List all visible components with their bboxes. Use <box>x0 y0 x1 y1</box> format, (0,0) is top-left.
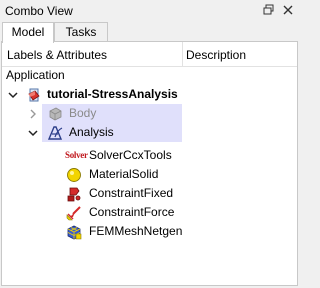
document-label: tutorial-StressAnalysis <box>47 87 178 101</box>
document-icon <box>28 88 40 102</box>
window-title: Combo View <box>5 4 73 18</box>
body-icon <box>49 107 62 121</box>
application-label: Application <box>6 68 65 82</box>
constraint-force-label: ConstraintForce <box>89 205 175 219</box>
header-divider[interactable] <box>182 42 183 67</box>
solver-icon: Solver <box>65 150 88 160</box>
tree-item-constraint-force[interactable]: ConstraintForce <box>64 203 224 222</box>
material-label: MaterialSolid <box>89 167 159 181</box>
title-bar: Combo View <box>0 0 300 22</box>
constraint-fixed-icon <box>67 187 81 202</box>
tree-item-body[interactable] <box>42 104 182 123</box>
tree-item-application[interactable]: Application <box>2 66 297 85</box>
tree-item-fem-mesh[interactable]: FEMMeshNetgen <box>64 222 224 241</box>
tree-item-constraint-fixed[interactable]: ConstraintFixed <box>64 184 224 203</box>
fem-mesh-label: FEMMeshNetgen <box>89 224 183 238</box>
chevron-down-icon[interactable] <box>7 89 19 101</box>
tree-item-solver[interactable]: Solver SolverCcxTools <box>64 146 224 165</box>
tree-header: Labels & Attributes Description <box>2 42 297 67</box>
solver-label: SolverCcxTools <box>89 148 172 162</box>
constraint-force-icon <box>66 206 81 221</box>
tree-item-document[interactable]: tutorial-StressAnalysis <box>2 85 297 104</box>
body-label: Body <box>69 106 97 120</box>
float-icon[interactable] <box>262 3 276 17</box>
tree-item-material[interactable]: MaterialSolid <box>64 165 224 184</box>
analysis-label: Analysis <box>69 125 114 139</box>
analysis-icon <box>47 126 63 140</box>
tab-bar: Model Tasks <box>0 22 300 43</box>
header-description[interactable]: Description <box>186 48 246 62</box>
header-labels[interactable]: Labels & Attributes <box>7 48 107 62</box>
tab-model-label: Model <box>11 25 45 39</box>
material-icon <box>67 168 81 182</box>
tab-tasks[interactable]: Tasks <box>54 22 108 42</box>
tree-view[interactable]: Labels & Attributes Description Applicat… <box>1 41 298 286</box>
tab-model[interactable]: Model <box>2 22 54 43</box>
close-icon[interactable] <box>281 3 295 17</box>
chevron-right-icon[interactable] <box>27 108 39 120</box>
fem-mesh-icon <box>67 225 82 240</box>
chevron-down-icon[interactable] <box>27 127 39 139</box>
tab-tasks-label: Tasks <box>65 25 97 39</box>
constraint-fixed-label: ConstraintFixed <box>89 186 174 200</box>
